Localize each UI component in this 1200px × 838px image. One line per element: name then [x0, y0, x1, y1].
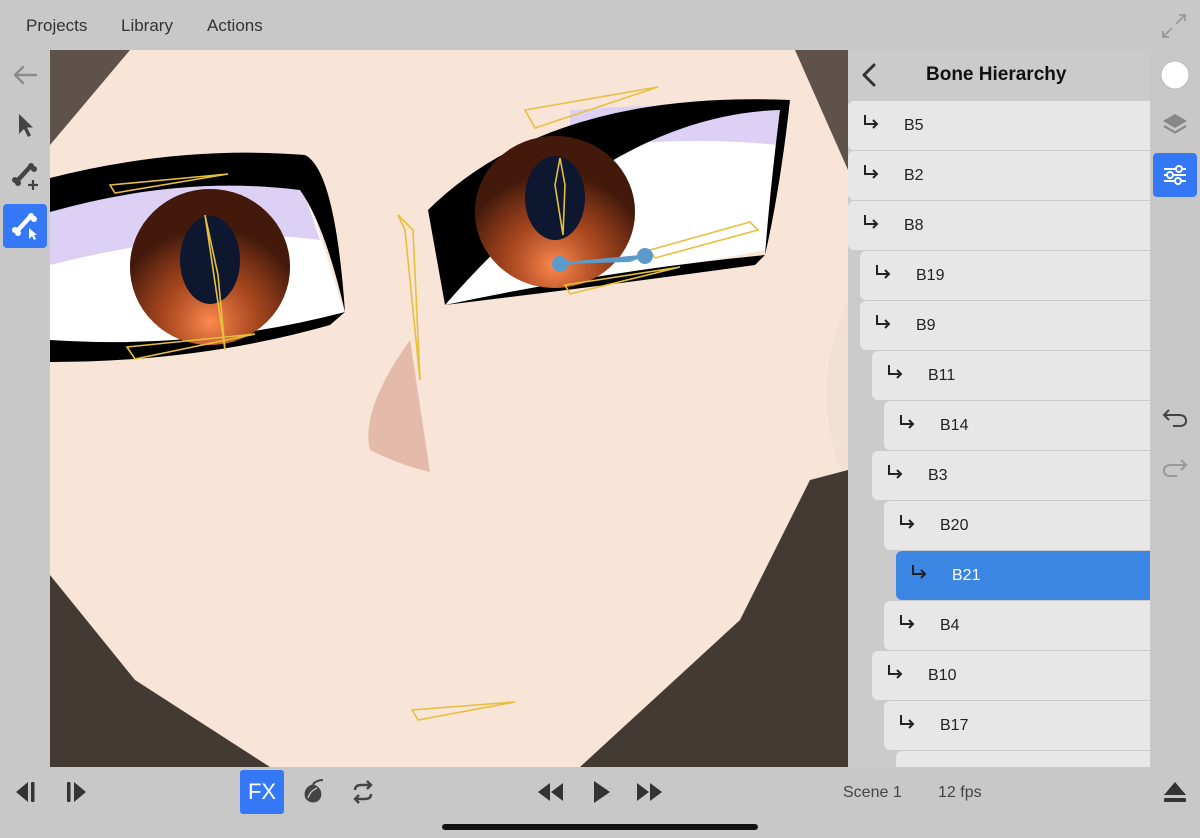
child-arrow-icon — [912, 565, 927, 579]
bone-row-b9[interactable]: B9 — [860, 301, 1150, 350]
bone-row-b21[interactable]: B21 — [896, 551, 1150, 600]
bone-row-partial[interactable] — [896, 751, 1150, 767]
bone-hierarchy-panel: Bone Hierarchy B5 B2 B8 B19 B9 B11 B14 B… — [848, 50, 1150, 767]
child-arrow-icon — [876, 315, 891, 329]
prev-frame-button[interactable] — [8, 775, 42, 809]
back-arrow-icon — [13, 65, 38, 85]
loop-button[interactable] — [346, 775, 380, 809]
bone-label: B8 — [904, 217, 924, 234]
child-arrow-icon — [864, 115, 879, 129]
bone-row-b4[interactable]: B4 — [884, 601, 1150, 650]
bone-label: B3 — [928, 467, 948, 484]
fast-forward-button[interactable] — [633, 775, 667, 809]
next-frame-button[interactable] — [60, 775, 94, 809]
bottom-bar: FX Scene 1 12 fps — [0, 767, 1200, 838]
bone-select-button[interactable] — [3, 204, 47, 248]
color-swatch-icon — [1160, 60, 1190, 90]
panel-title: Bone Hierarchy — [926, 64, 1067, 85]
bone-label: B2 — [904, 167, 924, 184]
onion-skin-button[interactable] — [296, 775, 330, 809]
child-arrow-icon — [900, 515, 915, 529]
bone-label: B11 — [928, 367, 956, 384]
expand-icon[interactable] — [1160, 12, 1188, 40]
add-bone-button[interactable] — [3, 154, 47, 198]
layers-icon — [1163, 114, 1187, 134]
bone-label: B14 — [940, 417, 969, 434]
bone-label: B17 — [940, 717, 969, 734]
child-arrow-icon — [900, 715, 915, 729]
bone-label: B10 — [928, 667, 957, 684]
bone-label: B9 — [916, 317, 936, 334]
bone-select-icon — [12, 213, 37, 240]
scene-label[interactable]: Scene 1 — [843, 784, 902, 802]
play-button[interactable] — [584, 775, 618, 809]
drawing-canvas[interactable] — [50, 50, 848, 767]
bone-row-b17[interactable]: B17 — [884, 701, 1150, 750]
undo-button[interactable] — [1153, 396, 1197, 440]
bone-label: B4 — [940, 617, 960, 634]
bone-row-b11[interactable]: B11 — [872, 351, 1150, 400]
layers-button[interactable] — [1153, 103, 1197, 147]
redo-icon — [1162, 459, 1188, 477]
onion-icon — [304, 779, 324, 803]
redo-button[interactable] — [1153, 446, 1197, 490]
chevron-left-icon[interactable] — [858, 62, 882, 88]
menu-library[interactable]: Library — [121, 16, 173, 36]
step-forward-icon — [67, 782, 86, 802]
bone-row-b19[interactable]: B19 — [860, 251, 1150, 300]
bone-row-b20[interactable]: B20 — [884, 501, 1150, 550]
undo-icon — [1162, 409, 1188, 427]
fx-button[interactable]: FX — [240, 770, 284, 814]
bone-row-b8[interactable]: B8 — [848, 201, 1150, 250]
menu-actions[interactable]: Actions — [207, 16, 263, 36]
bone-row-b5[interactable]: B5 — [848, 101, 1150, 150]
bone-row-b14[interactable]: B14 — [884, 401, 1150, 450]
child-arrow-icon — [876, 265, 891, 279]
rewind-button[interactable] — [533, 775, 567, 809]
bone-row-b10[interactable]: B10 — [872, 651, 1150, 700]
bone-label: B20 — [940, 517, 969, 534]
play-icon — [594, 781, 610, 803]
bone-label: B5 — [904, 117, 924, 134]
right-toolbar — [1150, 50, 1200, 767]
bone-row-b3[interactable]: B3 — [872, 451, 1150, 500]
fps-label[interactable]: 12 fps — [938, 784, 982, 802]
bone-row-b2[interactable]: B2 — [848, 151, 1150, 200]
color-button[interactable] — [1153, 53, 1197, 97]
timeline-toggle-button[interactable] — [1158, 775, 1192, 809]
menu-projects[interactable]: Projects — [26, 16, 87, 36]
child-arrow-icon — [900, 615, 915, 629]
step-back-icon — [16, 782, 35, 802]
bone-label: B21 — [952, 567, 981, 584]
eject-icon — [1164, 782, 1186, 802]
top-bar: Projects Library Actions — [0, 0, 1200, 50]
fast-forward-icon — [637, 783, 662, 801]
child-arrow-icon — [888, 465, 903, 479]
child-arrow-icon — [900, 415, 915, 429]
sliders-icon — [1164, 165, 1186, 185]
canvas-artwork — [50, 50, 848, 767]
loop-icon — [353, 780, 373, 804]
child-arrow-icon — [864, 165, 879, 179]
panel-header: Bone Hierarchy — [848, 50, 1150, 100]
settings-button[interactable] — [1153, 153, 1197, 197]
select-tool-button[interactable] — [3, 103, 47, 147]
home-indicator — [442, 824, 758, 830]
bone-label: B19 — [916, 267, 945, 284]
pointer-icon — [19, 114, 33, 137]
back-button[interactable] — [3, 53, 47, 97]
rewind-icon — [538, 783, 563, 801]
add-bone-icon — [12, 163, 38, 190]
child-arrow-icon — [888, 665, 903, 679]
child-arrow-icon — [864, 215, 879, 229]
child-arrow-icon — [888, 365, 903, 379]
